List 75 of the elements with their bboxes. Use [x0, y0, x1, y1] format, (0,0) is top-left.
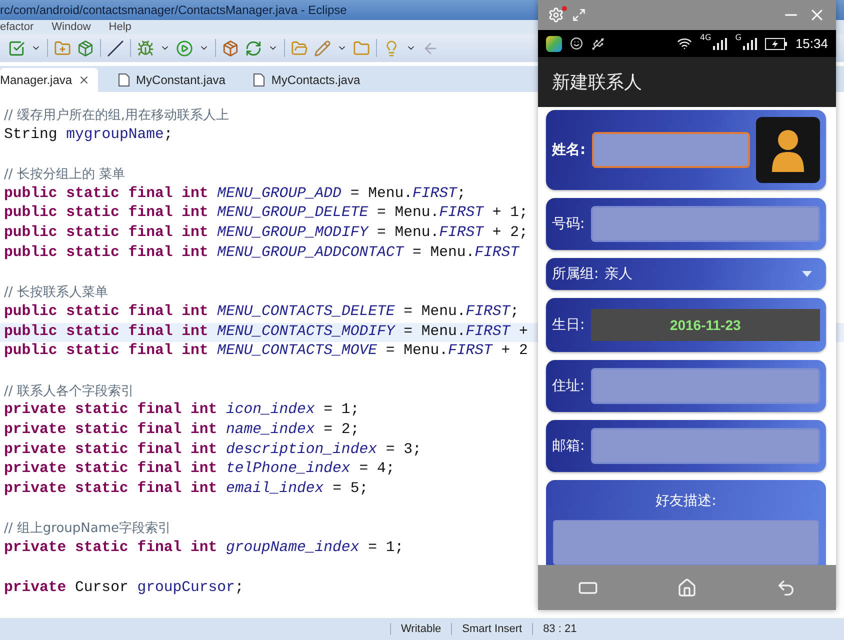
code-line: public static final int MENU_CONTACTS_DELETE = Menu.FIRST;	[4, 304, 520, 320]
code-line: public static final int MENU_GROUP_MODIFY = Menu.FIRST + 2;	[4, 225, 528, 242]
java-file-icon	[253, 73, 266, 87]
code-line: private static final int icon_index = 1;	[4, 402, 360, 418]
name-input[interactable]	[592, 132, 750, 168]
run-icon[interactable]	[176, 40, 193, 56]
code-line: private static final int telPhone_index = 4;	[4, 461, 395, 478]
screen-title: 新建联系人	[552, 71, 642, 94]
text-input[interactable]	[590, 428, 820, 464]
code-line: private static final int groupName_index = 1;	[4, 540, 404, 556]
code-comment: // 长按联系人菜单	[4, 285, 108, 302]
home-icon[interactable]	[676, 578, 697, 598]
menu-item[interactable]: Window	[52, 21, 91, 33]
network-type-label: 4G	[700, 33, 712, 42]
usb-icon	[591, 36, 605, 50]
person-silhouette-icon	[770, 128, 806, 172]
smiley-icon	[570, 37, 583, 50]
status-text: Smart Insert	[451, 623, 532, 635]
signal-icon	[743, 38, 758, 50]
settings-icon[interactable]	[548, 7, 564, 23]
field-label: 生日:	[552, 316, 585, 334]
dropdown-arrow-icon	[802, 271, 812, 277]
editor-tab[interactable]: MyConstant.java	[102, 68, 234, 92]
bug-icon[interactable]	[137, 40, 154, 56]
field-label: 邮箱:	[552, 437, 585, 455]
java-file-icon	[118, 73, 130, 87]
code-line: private static final int description_index = 3;	[4, 442, 422, 458]
status-text: Writable	[390, 623, 452, 635]
package-icon[interactable]	[222, 40, 239, 56]
new-folder-icon[interactable]	[54, 40, 71, 56]
battery-charging-icon	[765, 38, 788, 50]
network-type-label: G	[735, 33, 742, 42]
close-icon[interactable]	[78, 74, 90, 86]
menu-item[interactable]: Help	[108, 21, 132, 33]
code-line: public static final int MENU_CONTACTS_MOVE = Menu.FIRST + 2	[4, 343, 528, 360]
editor-tab[interactable]: MyContacts.java	[237, 68, 368, 92]
folder-icon[interactable]	[291, 40, 308, 56]
text-input[interactable]	[590, 368, 820, 404]
code-comment: // 组上groupName字段索引	[4, 521, 172, 538]
field-label: 所属组:	[552, 265, 599, 283]
new-class-icon[interactable]	[77, 40, 94, 56]
refresh-icon[interactable]	[245, 40, 262, 56]
app-icon	[546, 36, 562, 52]
code-line: public static final int MENU_GROUP_DELETE = Menu.FIRST + 1;	[4, 205, 528, 222]
code-comment: // 联系人各个字段索引	[4, 384, 134, 400]
code-comment: // 缓存用户所在的组,用在移动联系人上	[4, 108, 230, 124]
group-dropdown[interactable]: 亲人	[604, 265, 820, 283]
code-comment: // 长按分组上的 菜单	[4, 167, 126, 184]
field-label: 好友描述:	[656, 492, 716, 510]
field-label: 住址:	[552, 377, 585, 395]
code-line: private static final int email_index = 5;	[4, 481, 368, 498]
text-input[interactable]	[590, 206, 820, 242]
clock-text: 15:34	[795, 36, 828, 51]
editor-tab[interactable]: Manager.java	[0, 68, 98, 92]
wifi-icon	[676, 36, 692, 51]
avatar-button[interactable]	[756, 117, 820, 183]
code-line: public static final int MENU_GROUP_ADD = Menu.FIRST;	[4, 186, 466, 202]
code-line: public static final int MENU_CONTACTS_MODIFY = Menu.FIRST +	[4, 324, 528, 340]
fullscreen-icon[interactable]	[572, 8, 586, 22]
code-line: private Cursor groupCursor;	[4, 580, 244, 596]
code-line: String mygroupName;	[4, 126, 173, 143]
field-label: 号码:	[552, 215, 585, 233]
code-line: public static final int MENU_GROUP_ADDCONTACT = Menu.FIRST	[4, 244, 520, 261]
field-label: 姓名:	[552, 141, 586, 159]
window-title: rc/com/android/contactsmanager/ContactsManager.java - Eclipse	[0, 3, 347, 17]
pencil-icon[interactable]	[314, 40, 331, 56]
status-text: 83 : 21	[532, 623, 587, 635]
menu-item[interactable]: efactor	[0, 21, 34, 33]
description-input[interactable]	[553, 520, 819, 565]
checkbox-icon[interactable]	[8, 40, 25, 56]
signal-icon	[713, 38, 728, 50]
back-icon[interactable]	[776, 578, 796, 598]
folder-icon[interactable]	[353, 40, 370, 56]
code-line: private static final int name_index = 2;	[4, 422, 360, 438]
date-picker-button[interactable]: 2016-11-23	[590, 309, 820, 341]
